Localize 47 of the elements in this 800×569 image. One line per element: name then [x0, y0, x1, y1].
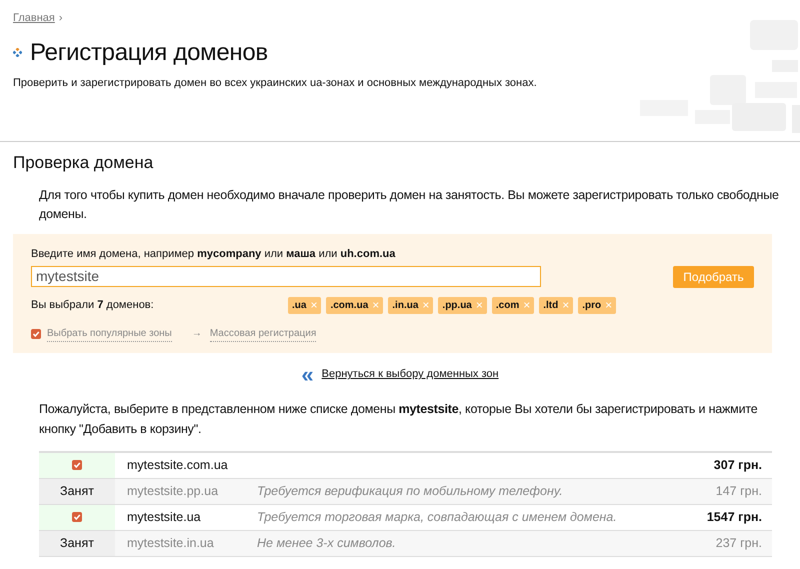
- popular-zones-link[interactable]: Выбрать популярные зоны: [47, 326, 172, 342]
- domain-name: mytestsite.in.ua: [126, 534, 215, 552]
- back-link[interactable]: Вернуться к выбору доменных зон: [322, 366, 499, 383]
- domain-note: Требуется верификация по мобильному телефону.: [257, 482, 564, 500]
- search-button[interactable]: Подобрать: [673, 266, 754, 288]
- section-title: Проверка домена: [13, 152, 154, 174]
- domain-price: 237 грн.: [716, 534, 763, 552]
- checkbox[interactable]: [72, 512, 82, 522]
- zone-tag: .ltd ×: [539, 296, 574, 314]
- status-cell: Занят: [39, 478, 115, 504]
- intro-text: Для того чтобы купить домен необходимо вначале проверить домен на занятость. Вы можете зарегистрировать только свободные домены.: [39, 186, 779, 222]
- zone-tag: .ua ×: [288, 296, 322, 314]
- domain-name: mytestsite.com.ua: [126, 456, 229, 474]
- page-title: Регистрация доменов: [30, 38, 268, 66]
- checkbox[interactable]: [72, 460, 82, 470]
- domain-name: mytestsite.pp.ua: [126, 482, 220, 500]
- domain-price: 1547 грн.: [706, 508, 763, 526]
- remove-icon[interactable]: ×: [605, 296, 612, 314]
- domain-name: mytestsite.ua: [126, 508, 202, 526]
- zone-tag: .com ×: [492, 296, 534, 314]
- domain-input[interactable]: mytestsite: [31, 266, 541, 287]
- zone-tag: .in.ua ×: [388, 296, 434, 314]
- status-cell: Занят: [39, 530, 115, 556]
- remove-icon[interactable]: ×: [523, 296, 530, 314]
- page-subtitle: Проверить и зарегистрировать домен во всех украинских ua-зонах и основных международных зонах.: [13, 76, 538, 90]
- remove-icon[interactable]: ×: [562, 296, 570, 314]
- remove-icon[interactable]: ×: [372, 296, 380, 314]
- diamond-icon: [13, 48, 22, 57]
- domain-note: Требуется торговая марка, совпадающая с именем домена.: [257, 508, 618, 526]
- search-hint: Введите имя домена, например mycompany или маша или uh.com.ua: [31, 246, 396, 260]
- domain-price: 147 грн.: [716, 482, 763, 500]
- domain-note: Не менее 3-х символов.: [257, 534, 397, 552]
- bulk-registration-link[interactable]: Массовая регистрация: [210, 326, 316, 342]
- selected-count: Вы выбрали 7 доменов:: [31, 298, 155, 313]
- breadcrumb-link[interactable]: Главная: [13, 10, 55, 26]
- checkbox[interactable]: [31, 328, 41, 338]
- zone-tag: .com.ua ×: [326, 296, 384, 314]
- remove-icon[interactable]: ×: [422, 296, 430, 314]
- remove-icon[interactable]: ×: [310, 296, 318, 314]
- breadcrumb-separator: ›: [58, 11, 63, 26]
- zone-tag: .pp.ua ×: [438, 296, 487, 314]
- domain-price: 307 грн.: [714, 456, 763, 474]
- instructions-text: Пожалуйста, выберите в представленном ниже списке домены mytestsite, которые Вы хотели бы зарегистрировать и нажмите кнопку "Добавить в корзину".: [39, 400, 758, 438]
- remove-icon[interactable]: ×: [476, 296, 483, 314]
- double-chevron-icon: «: [301, 364, 314, 384]
- zone-tag: .pro ×: [578, 296, 616, 314]
- arrow-icon: →: [192, 326, 202, 341]
